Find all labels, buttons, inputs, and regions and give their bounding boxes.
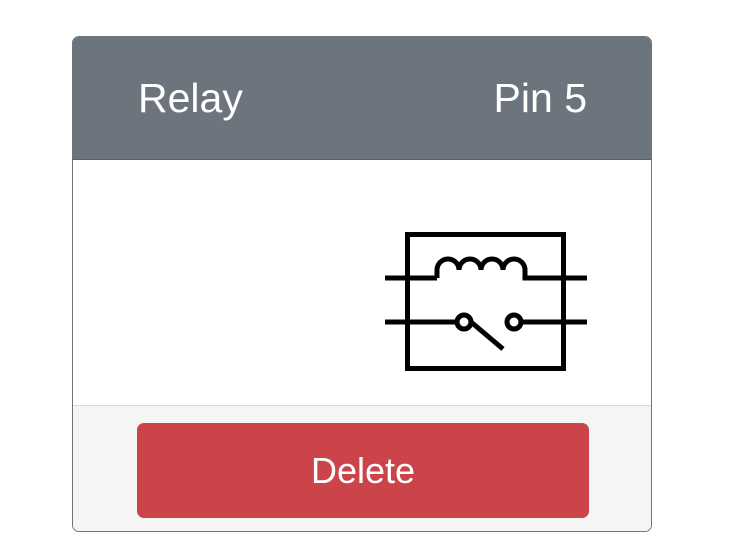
card-header: Relay Pin 5 (73, 37, 651, 159)
switch-line (385, 319, 587, 351)
delete-button[interactable]: Delete (137, 423, 589, 518)
card-footer: Delete (73, 405, 651, 531)
pin-label: Pin 5 (493, 74, 587, 121)
component-card: Relay Pin 5 Delete (72, 36, 652, 532)
switch-contact-right (504, 312, 524, 332)
switch-contact-left (454, 312, 474, 332)
relay-box (405, 232, 566, 371)
coil-icon (385, 256, 587, 281)
card-body (73, 159, 651, 405)
component-title: Relay (138, 74, 243, 121)
relay-symbol-icon (385, 232, 587, 371)
